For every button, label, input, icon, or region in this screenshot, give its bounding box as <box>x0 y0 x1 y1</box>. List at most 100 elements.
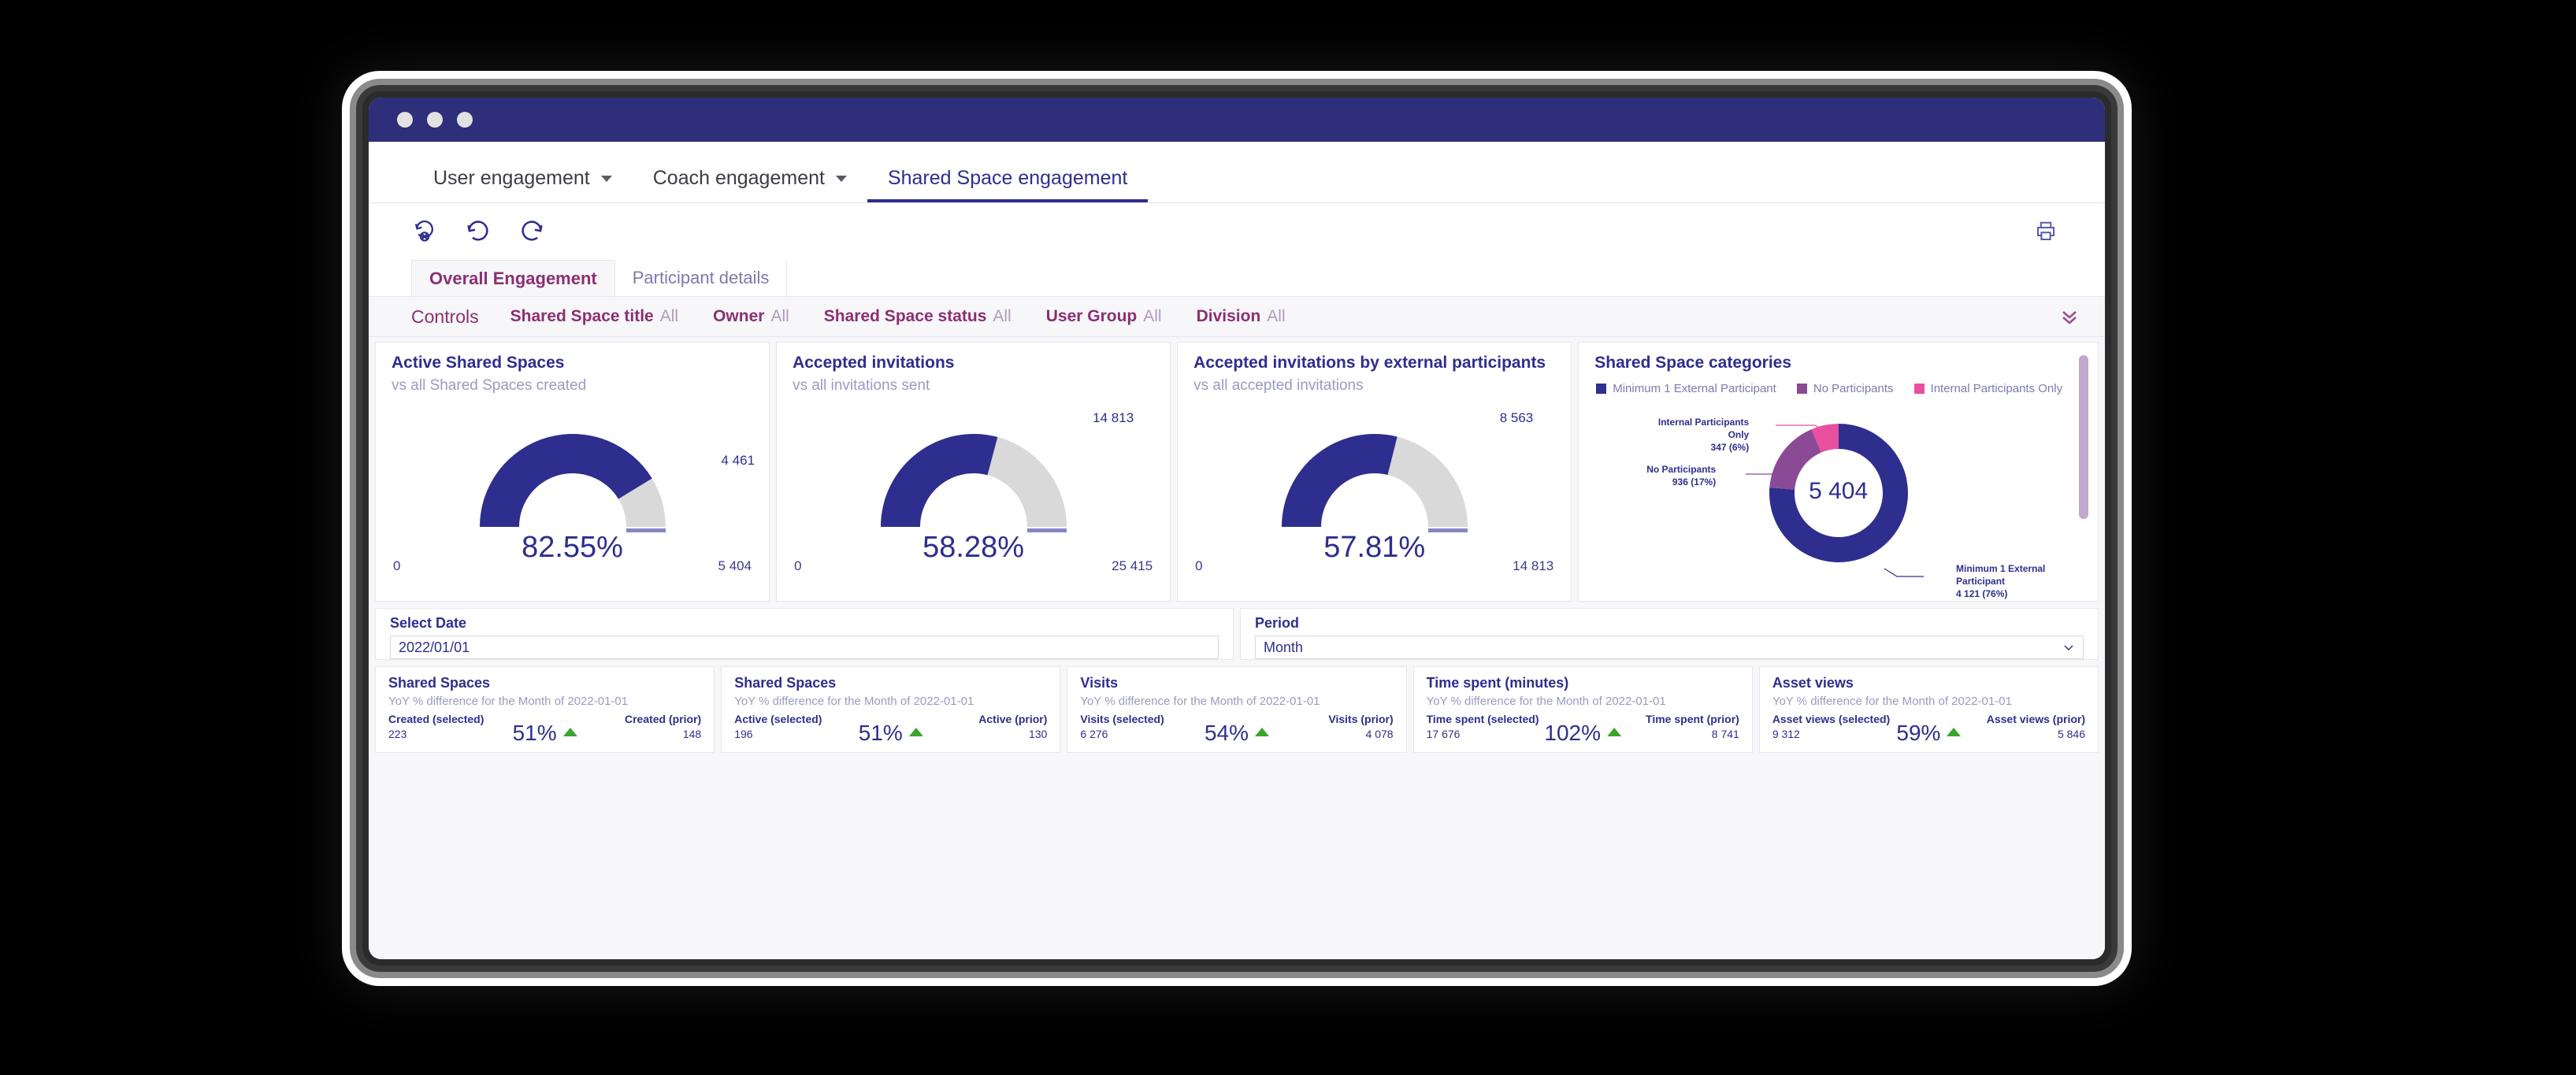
kpi-title: Visits <box>1080 675 1393 691</box>
filter-division[interactable]: DivisionAll <box>1197 307 1286 326</box>
donut-label-text: Internal Participants Only <box>1658 417 1749 440</box>
window-titlebar <box>369 98 2105 142</box>
filter-owner[interactable]: OwnerAll <box>713 307 789 326</box>
select-date-card: Select Date 2022/01/01 <box>375 608 1234 660</box>
chevron-down-icon <box>601 176 612 182</box>
double-chevron-down-icon[interactable] <box>2058 307 2081 326</box>
kpi-right-header: Visits (prior) <box>1328 713 1393 725</box>
card-subtitle: vs all accepted invitations <box>1178 373 1571 395</box>
app-window: User engagement Coach engagement Shared … <box>369 98 2105 959</box>
filter-label: Owner <box>713 307 764 325</box>
donut-label-text: No Participants <box>1646 464 1716 475</box>
trend-up-icon <box>909 728 923 736</box>
dashboard-body: Active Shared Spaces vs all Shared Space… <box>369 337 2105 959</box>
kpi-left-value: 17 676 <box>1427 728 1539 740</box>
print-icon[interactable] <box>2034 220 2058 243</box>
gauge-chart[interactable] <box>455 409 691 541</box>
filter-value: All <box>660 307 678 325</box>
card-title: Accepted invitations by external partici… <box>1178 343 1571 373</box>
filter-value: All <box>1267 307 1285 325</box>
kpi-title: Asset views <box>1772 675 2085 691</box>
kpi-left-header: Asset views (selected) <box>1772 713 1890 725</box>
card-title: Shared Space categories <box>1579 343 2098 373</box>
kpi-delta: 59% <box>1896 721 1961 746</box>
kpi-left-header: Time spent (selected) <box>1427 713 1539 725</box>
chart-row: Active Shared Spaces vs all Shared Space… <box>369 337 2105 602</box>
kpi-subtitle: YoY % difference for the Month of 2022-0… <box>388 695 701 708</box>
card-accepted-invitations: Accepted invitations vs all invitations … <box>776 342 1171 602</box>
top-navigation: User engagement Coach engagement Shared … <box>369 142 2105 203</box>
filter-value: All <box>993 307 1011 325</box>
window-dot-close[interactable] <box>397 112 413 128</box>
kpi-percent: 59% <box>1896 721 1940 746</box>
kpi-percent: 51% <box>513 721 557 746</box>
filter-label: Shared Space status <box>824 307 987 325</box>
window-dot-minimize[interactable] <box>427 112 443 128</box>
kpi-col-left: Created (selected) 223 <box>388 713 484 740</box>
legend-item-external[interactable]: Minimum 1 External Participant <box>1596 382 1776 395</box>
kpi-left-value: 223 <box>388 728 484 740</box>
gauge-value-label: 14 813 <box>1093 410 1134 426</box>
kpi-col-right: Asset views (prior) 5 846 <box>1987 713 2085 740</box>
kpi-title: Shared Spaces <box>388 675 701 691</box>
kpi-row: Shared Spaces YoY % difference for the M… <box>369 660 2105 753</box>
legend-item-no-participants[interactable]: No Participants <box>1797 382 1894 395</box>
period-card: Period Month <box>1240 608 2099 660</box>
legend-swatch-icon <box>1797 384 1807 394</box>
kpi-card-asset-views: Asset views YoY % difference for the Mon… <box>1759 666 2099 753</box>
kpi-delta: 102% <box>1544 721 1621 746</box>
donut-label-no-participants: No Participants 936 (17%) <box>1621 463 1716 488</box>
filter-bar: Controls Shared Space titleAll OwnerAll … <box>369 296 2105 337</box>
period-select[interactable]: Month <box>1255 636 2084 659</box>
nav-item-user-engagement[interactable]: User engagement <box>413 167 633 202</box>
chevron-down-icon <box>2062 641 2075 654</box>
gauge-chart[interactable] <box>856 409 1092 541</box>
kpi-title: Time spent (minutes) <box>1427 675 1739 691</box>
kpi-delta: 51% <box>513 721 577 746</box>
donut-label-value: 4 121 (76%) <box>1956 588 2007 599</box>
kpi-right-value: 148 <box>625 728 701 740</box>
kpi-right-header: Time spent (prior) <box>1646 713 1739 725</box>
selectors-row: Select Date 2022/01/01 Period Month <box>369 602 2105 660</box>
kpi-right-header: Created (prior) <box>625 713 701 725</box>
kpi-subtitle: YoY % difference for the Month of 2022-0… <box>734 695 1047 708</box>
gauge-max-label: 14 813 <box>1513 558 1553 574</box>
legend-item-internal-only[interactable]: Internal Participants Only <box>1914 382 2063 395</box>
step-forward-icon[interactable] <box>518 218 545 245</box>
window-dot-maximize[interactable] <box>457 112 473 128</box>
gauge-container: 0 5 404 4 461 82.55% <box>376 395 769 591</box>
kpi-subtitle: YoY % difference for the Month of 2022-0… <box>1772 695 2085 708</box>
select-date-input[interactable]: 2022/01/01 <box>390 636 1219 659</box>
kpi-delta: 54% <box>1204 721 1269 746</box>
nav-item-coach-engagement[interactable]: Coach engagement <box>633 167 867 202</box>
gauge-chart[interactable] <box>1256 409 1493 541</box>
card-subtitle: vs all Shared Spaces created <box>376 373 769 395</box>
tab-overall-engagement[interactable]: Overall Engagement <box>411 260 615 296</box>
gauge-percent: 58.28% <box>922 531 1024 565</box>
kpi-col-left: Asset views (selected) 9 312 <box>1772 713 1890 740</box>
gauge-min-label: 0 <box>1195 558 1202 574</box>
legend-label: No Participants <box>1813 382 1894 395</box>
tab-participant-details[interactable]: Participant details <box>615 260 788 296</box>
legend-swatch-icon <box>1914 384 1925 394</box>
filter-shared-space-status[interactable]: Shared Space status All <box>824 307 1011 326</box>
kpi-col-left: Visits (selected) 6 276 <box>1080 713 1164 740</box>
nav-label-user-engagement: User engagement <box>433 167 590 190</box>
filter-shared-space-title[interactable]: Shared Space titleAll <box>510 307 678 326</box>
legend-swatch-icon <box>1596 384 1606 394</box>
chart-vertical-scrollbar[interactable] <box>2079 355 2088 519</box>
step-back-icon[interactable] <box>465 218 492 245</box>
kpi-delta: 51% <box>859 721 923 746</box>
nav-label-shared-space-engagement: Shared Space engagement <box>888 167 1127 190</box>
clear-selections-icon[interactable] <box>411 218 438 245</box>
trend-up-icon <box>1607 728 1621 736</box>
gauge-container: 0 25 415 14 813 58.28% <box>777 395 1170 591</box>
kpi-card-shared-spaces-active: Shared Spaces YoY % difference for the M… <box>721 666 1060 753</box>
kpi-card-visits: Visits YoY % difference for the Month of… <box>1067 666 1406 753</box>
donut-label-internal-only: Internal Participants Only 347 (6%) <box>1654 416 1749 454</box>
select-date-label: Select Date <box>390 615 1219 632</box>
app-toolbar <box>369 203 2105 260</box>
nav-item-shared-space-engagement[interactable]: Shared Space engagement <box>867 167 1148 202</box>
card-active-shared-spaces: Active Shared Spaces vs all Shared Space… <box>375 342 770 602</box>
filter-user-group[interactable]: User GroupAll <box>1046 307 1162 326</box>
